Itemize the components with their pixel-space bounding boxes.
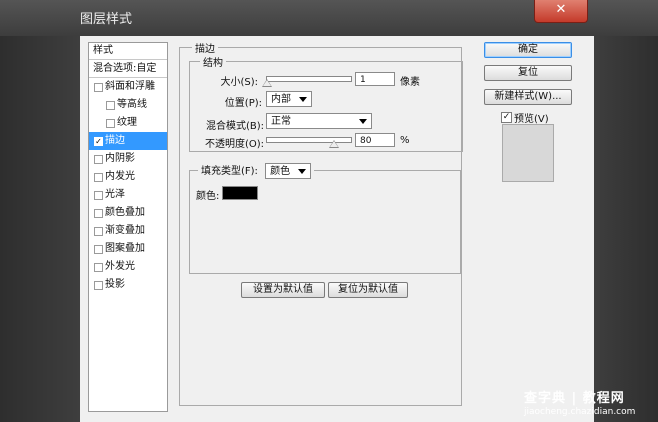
sidebar-item[interactable]: 光泽 [89,186,167,204]
new-style-button[interactable]: 新建样式(W)... [484,89,572,105]
checkbox[interactable] [94,209,103,218]
set-default-button[interactable]: 设置为默认值 [241,282,325,298]
checkbox[interactable] [94,281,103,290]
checkbox[interactable] [94,191,103,200]
watermark: 查字典 | 教程网 jiaocheng.chazidian.com [524,387,658,422]
preview-thumbnail [502,124,554,182]
position-label: 位置(P): [224,98,262,109]
styles-list: 样式 混合选项:自定 斜面和浮雕等高线纹理 ✓ 描边内阴影内发光光泽颜色叠加渐变叠加… [88,42,168,412]
sidebar-item[interactable]: 外发光 [89,258,167,276]
color-label: 颜色: [196,191,220,202]
sidebar-item-label: 内发光 [105,171,135,182]
position-value: 内部 [271,94,291,105]
size-slider[interactable] [262,76,352,87]
checkbox[interactable] [94,263,103,272]
sidebar-item[interactable]: 等高线 [89,96,167,114]
sidebar-item-label: 纹理 [117,117,137,128]
checkbox[interactable] [106,119,115,128]
opacity-label: 不透明度(O): [204,139,264,150]
layer-style-window: 图层样式 ✕ 样式 混合选项:自定 斜面和浮雕 等高线 纹理 ✓ 描边 内阴影 内发光 光泽颜… [0,0,658,422]
chevron-down-icon [359,119,367,124]
size-input[interactable]: 1 [355,72,395,86]
reset-default-button[interactable]: 复位为默认值 [328,282,408,298]
sidebar-item-label: 图案叠加 [105,243,145,254]
chevron-down-icon [298,169,307,174]
fill-type-label: 填充类型(F): [201,166,258,177]
dialog-body: 样式 混合选项:自定 斜面和浮雕 等高线 纹理 ✓ 描边 内阴影 内发光 光泽 颜色叠加 渐变叠加… [80,36,594,422]
sidebar-item-label: 渐变叠加 [105,225,145,236]
opacity-input[interactable]: 80 [355,133,395,147]
checkbox[interactable] [106,101,115,110]
structure-group-title: 结构 [203,58,223,69]
preview-label: 预览(V) [514,114,549,125]
size-slider-thumb[interactable] [262,79,272,87]
close-button[interactable]: ✕ [534,0,588,23]
window-title: 图层样式 [80,12,133,27]
backdrop-left [0,36,80,422]
close-icon: ✕ [555,2,567,17]
sidebar-item[interactable]: 纹理 [89,114,167,132]
sidebar-item[interactable]: 颜色叠加 [89,204,167,222]
fill-type-value: 颜色 [270,166,291,177]
opacity-unit: % [400,135,410,146]
sidebar-item-label: 颜色叠加 [105,207,145,218]
sidebar-item[interactable]: 内发光 [89,168,167,186]
blend-mode-label: 混合模式(B): [205,121,264,132]
preview-checkbox[interactable]: ✓ [501,112,512,123]
sidebar-item-label: 内阴影 [105,153,135,164]
color-swatch[interactable] [222,186,258,200]
opacity-slider[interactable] [266,137,352,148]
checkbox[interactable] [94,245,103,254]
title-bar[interactable]: 图层样式 ✕ [0,0,658,36]
checkbox[interactable] [94,155,103,164]
sidebar-item[interactable]: 投影 [89,276,167,294]
blend-mode-select[interactable]: 正常 [266,113,372,129]
sidebar-item-label: 外发光 [105,261,135,272]
watermark-url: jiaocheng.chazidian.com [524,407,636,417]
sidebar-item-label: 光泽 [105,189,125,200]
checkbox[interactable] [94,227,103,236]
chevron-down-icon [299,97,307,102]
backdrop-right [594,36,658,422]
styles-header[interactable]: 样式 [89,43,167,60]
sidebar-item[interactable]: 图案叠加 [89,240,167,258]
blend-options-item[interactable]: 混合选项:自定 [89,60,167,78]
sidebar-item[interactable]: 内阴影 [89,150,167,168]
size-unit: 像素 [400,77,420,88]
reset-button[interactable]: 复位 [484,65,572,81]
sidebar-item[interactable]: ✓ 描边 [89,132,167,150]
size-label: 大小(S): [220,77,258,88]
sidebar-item-label: 描边 [105,135,125,146]
fill-type-group: 填充类型(F): 颜色 [189,162,461,274]
stroke-group-title: 描边 [195,44,215,55]
checkbox[interactable]: ✓ [94,137,103,146]
watermark-title: 查字典 | 教程网 [524,391,625,406]
sidebar-item[interactable]: 渐变叠加 [89,222,167,240]
opacity-slider-thumb[interactable] [329,140,340,148]
sidebar-item-label: 投影 [105,279,125,290]
sidebar-item-label: 等高线 [117,99,147,110]
fill-type-legend: 填充类型(F): 颜色 [198,162,314,179]
checkbox[interactable] [94,173,103,182]
position-select[interactable]: 内部 [266,91,312,107]
sidebar-item-label: 斜面和浮雕 [105,81,155,92]
sidebar-item[interactable]: 斜面和浮雕 [89,78,167,96]
fill-type-select[interactable]: 颜色 [265,163,312,179]
blend-mode-value: 正常 [271,116,291,127]
checkbox[interactable] [94,83,103,92]
ok-button[interactable]: 确定 [484,42,572,58]
